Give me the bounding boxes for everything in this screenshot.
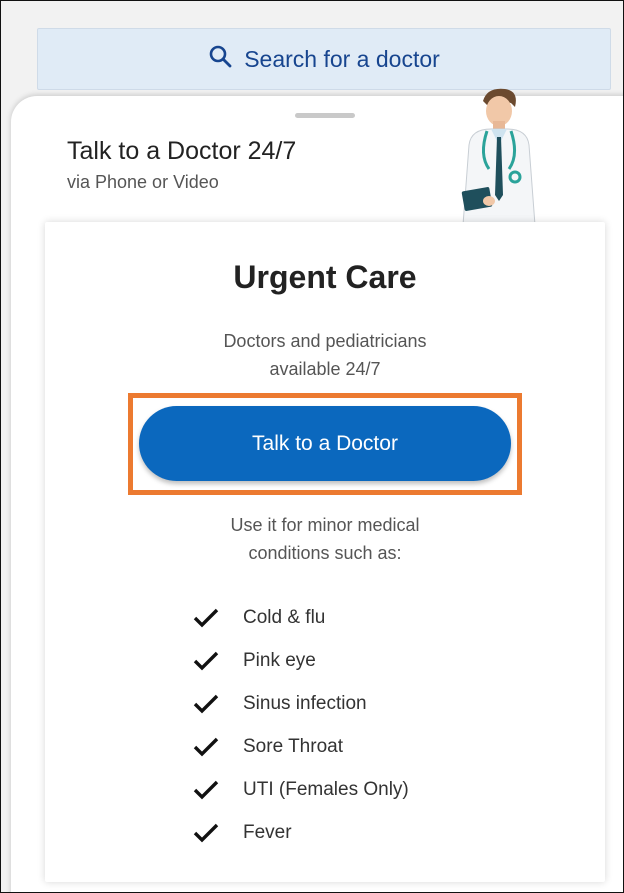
condition-item: Cold & flu: [193, 596, 409, 639]
condition-item: Fever: [193, 811, 409, 854]
screen: Search for a doctor Talk to a Doctor 24/…: [0, 0, 624, 893]
description-line: available 24/7: [269, 359, 381, 379]
usage-line: Use it for minor medical: [230, 515, 420, 535]
checkmark-icon: [193, 608, 219, 627]
condition-label: Sinus infection: [243, 692, 367, 714]
intro-title: Talk to a Doctor 24/7: [67, 137, 297, 165]
condition-label: Sore Throat: [243, 735, 343, 757]
usage-text: Use it for minor medical conditions such…: [45, 511, 605, 567]
search-label: Search for a doctor: [244, 45, 440, 72]
usage-line: conditions such as:: [248, 543, 402, 563]
card-description: Doctors and pediatricians available 24/7: [45, 327, 605, 383]
condition-label: Fever: [243, 821, 292, 843]
condition-item: UTI (Females Only): [193, 768, 409, 811]
condition-label: Pink eye: [243, 649, 316, 671]
description-line: Doctors and pediatricians: [223, 331, 427, 351]
talk-to-doctor-button[interactable]: Talk to a Doctor: [139, 406, 511, 481]
checkmark-icon: [193, 780, 219, 799]
checkmark-icon: [193, 823, 219, 842]
doctor-illustration: [461, 88, 536, 225]
condition-label: Cold & flu: [243, 606, 326, 628]
checkmark-icon: [193, 737, 219, 756]
condition-label: UTI (Females Only): [243, 778, 409, 800]
condition-item: Pink eye: [193, 639, 409, 682]
checkmark-icon: [193, 694, 219, 713]
intro-subtitle: via Phone or Video: [67, 172, 219, 192]
search-button[interactable]: Search for a doctor: [37, 28, 611, 90]
checkmark-icon: [193, 651, 219, 670]
search-icon: [208, 44, 232, 74]
conditions-list: Cold & flu Pink eye Sinus infection Sore…: [193, 596, 409, 854]
condition-item: Sinus infection: [193, 682, 409, 725]
card-title: Urgent Care: [233, 259, 417, 295]
sheet-drag-handle[interactable]: [295, 113, 355, 118]
condition-item: Sore Throat: [193, 725, 409, 768]
